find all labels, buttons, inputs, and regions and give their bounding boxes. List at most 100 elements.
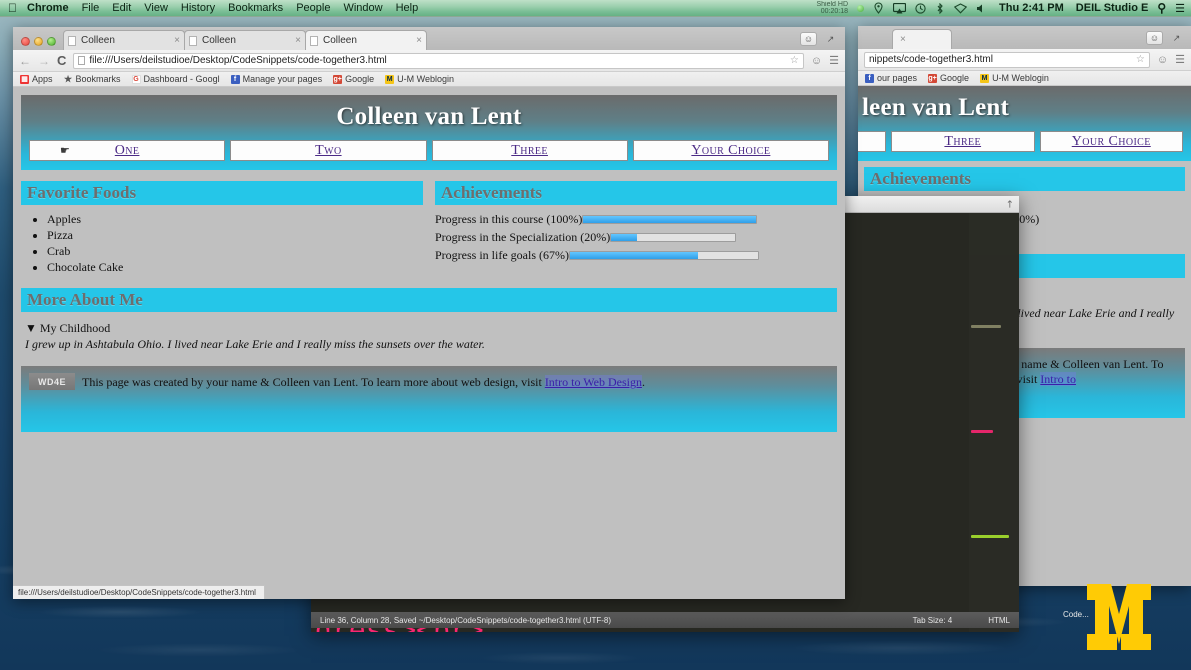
search-icon[interactable]: ⚲ xyxy=(1157,1,1166,15)
nav-link-label[interactable]: Your Choice xyxy=(691,143,770,159)
notification-center-icon[interactable]: ☰ xyxy=(1175,2,1185,15)
bookmark-item-weblogin[interactable]: M U-M Weblogin xyxy=(385,74,454,84)
location-icon[interactable] xyxy=(873,2,884,14)
nav-link-label[interactable]: Two xyxy=(315,143,341,159)
profile-badge-icon[interactable]: ☺ xyxy=(1157,54,1168,66)
fullscreen-icon[interactable]: ↗ xyxy=(822,32,839,46)
browser-tab-1[interactable]: Colleen × xyxy=(63,30,185,50)
browser-tab-background[interactable]: × xyxy=(892,29,952,49)
umich-logo: Code... xyxy=(1059,572,1179,662)
nav-link-label[interactable]: Your Choice xyxy=(1072,134,1151,150)
footer-text: This page was created by your name & Col… xyxy=(82,373,645,390)
address-bar-background[interactable]: nippets/code-together3.html ☆ xyxy=(864,52,1150,68)
menu-item-edit[interactable]: Edit xyxy=(112,2,131,14)
menu-icon[interactable]: ☰ xyxy=(829,54,839,67)
zoom-window-button[interactable] xyxy=(47,37,56,46)
bookmark-item-manage-pages[interactable]: f Manage your pages xyxy=(231,74,323,84)
apple-icon[interactable]:  xyxy=(8,2,17,14)
bookmark-item-bookmarks[interactable]: ★ Bookmarks xyxy=(64,74,121,84)
close-icon[interactable]: × xyxy=(413,35,422,46)
bookmark-item[interactable]: g+ Google xyxy=(928,73,969,83)
editor-tab-size[interactable]: Tab Size: 4 xyxy=(913,616,953,625)
page-title: Colleen van Lent xyxy=(21,103,837,131)
footer-link-intro-to-web-design[interactable]: Intro to Web Design xyxy=(545,375,642,389)
airplay-icon[interactable] xyxy=(893,3,906,14)
minimize-window-button[interactable] xyxy=(34,37,43,46)
volume-icon[interactable] xyxy=(976,3,985,14)
expand-arrow-icon[interactable]: ↗ xyxy=(1003,197,1017,211)
close-window-button[interactable] xyxy=(21,37,30,46)
footer-text-before: This page was created by your name & Col… xyxy=(82,375,545,389)
menu-item-window[interactable]: Window xyxy=(343,2,382,14)
close-icon[interactable]: × xyxy=(292,35,301,46)
list-item: Crab xyxy=(47,244,423,259)
close-icon[interactable]: × xyxy=(171,35,180,46)
nav-link-label[interactable]: One xyxy=(115,143,140,159)
record-dot-icon[interactable] xyxy=(857,5,864,12)
nav-button-your-choice[interactable]: Your Choice xyxy=(1040,131,1184,152)
menu-item-bookmarks[interactable]: Bookmarks xyxy=(228,2,283,14)
umich-icon: M xyxy=(385,75,394,84)
bookmark-item-google[interactable]: g+ Google xyxy=(333,74,374,84)
bookmark-star-icon[interactable]: ☆ xyxy=(790,55,799,66)
nav-button-three[interactable]: Three xyxy=(891,131,1035,152)
nav-button-one[interactable]: ☛ One xyxy=(29,140,225,161)
back-icon[interactable]: ← xyxy=(19,54,31,68)
tab-favicon xyxy=(68,36,76,46)
bookmark-star-icon[interactable]: ☆ xyxy=(1136,54,1145,65)
browser-tab-2[interactable]: Colleen × xyxy=(184,30,306,50)
dropbox-icon[interactable] xyxy=(954,3,967,14)
page-title-background: leen van Lent xyxy=(858,94,1191,122)
active-browser-window[interactable]: Colleen × Colleen × Colleen × ☺ ↗ ← → C … xyxy=(13,27,845,599)
fullscreen-icon[interactable]: ↗ xyxy=(1168,31,1185,45)
page-info-icon[interactable] xyxy=(78,56,85,65)
bookmark-label: Apps xyxy=(32,74,53,84)
nav-button-your-choice[interactable]: Your Choice xyxy=(633,140,829,161)
reload-icon[interactable]: C xyxy=(57,53,66,68)
bookmark-item-apps[interactable]: ▦ Apps xyxy=(20,74,53,84)
profile-icon[interactable]: ☺ xyxy=(800,32,817,46)
profile-icon[interactable]: ☺ xyxy=(1146,31,1163,45)
nav-link-label[interactable]: Three xyxy=(944,134,981,150)
menu-item-help[interactable]: Help xyxy=(396,2,419,14)
bookmark-item[interactable]: M U-M Weblogin xyxy=(980,73,1049,83)
column-favorite-foods: Favorite Foods Apples Pizza Crab Chocola… xyxy=(21,181,429,276)
nav-button-three[interactable]: Three xyxy=(432,140,628,161)
menu-icon[interactable]: ☰ xyxy=(1175,53,1185,66)
bookmark-item[interactable]: f our pages xyxy=(865,73,917,83)
menu-item-history[interactable]: History xyxy=(181,2,215,14)
menu-item-view[interactable]: View xyxy=(144,2,168,14)
profile-badge-icon[interactable]: ☺ xyxy=(811,55,822,67)
page-header-band-background: leen van Lent Three Your Choice xyxy=(858,86,1191,161)
menu-clock[interactable]: Thu 2:41 PM xyxy=(999,2,1064,14)
forward-icon[interactable]: → xyxy=(38,54,50,68)
editor-syntax-mode[interactable]: HTML xyxy=(988,616,1010,625)
bluetooth-icon[interactable] xyxy=(935,3,945,14)
bookmark-item-dashboard[interactable]: G Dashboard - Googl xyxy=(132,74,220,84)
section-heading-more: More About Me xyxy=(21,288,837,312)
google-icon: G xyxy=(132,75,141,84)
umich-icon: M xyxy=(980,74,989,83)
section-heading-achievements-background: Achievements xyxy=(864,167,1185,191)
footer-link-background[interactable]: Intro to xyxy=(1040,372,1076,386)
close-icon[interactable]: × xyxy=(897,34,906,45)
list-item: Apples xyxy=(47,212,423,227)
menu-item-file[interactable]: File xyxy=(82,2,100,14)
nav-button-two[interactable]: Two xyxy=(230,140,426,161)
list-item: Pizza xyxy=(47,228,423,243)
progress-bar-life-goals xyxy=(569,251,759,260)
browser-tab-3[interactable]: Colleen × xyxy=(305,30,427,50)
menu-user-name[interactable]: DEIL Studio E xyxy=(1076,2,1149,14)
facebook-icon: f xyxy=(231,75,240,84)
progress-row-life-goals: Progress in life goals (67%) xyxy=(435,248,837,263)
menu-item-chrome[interactable]: Chrome xyxy=(27,2,69,14)
page-nav-background: Three Your Choice xyxy=(858,122,1191,152)
timemachine-icon[interactable] xyxy=(915,3,926,14)
omnibox: ← → C file:///Users/deilstudioe/Desktop/… xyxy=(13,50,845,72)
nav-link-label[interactable]: Three xyxy=(511,143,548,159)
editor-minimap[interactable] xyxy=(969,213,1019,632)
address-bar[interactable]: file:///Users/deilstudioe/Desktop/CodeSn… xyxy=(73,53,804,69)
menu-item-people[interactable]: People xyxy=(296,2,330,14)
nav-button-two[interactable] xyxy=(858,131,886,152)
disclosure-triangle-icon[interactable]: ▼ xyxy=(25,321,37,335)
